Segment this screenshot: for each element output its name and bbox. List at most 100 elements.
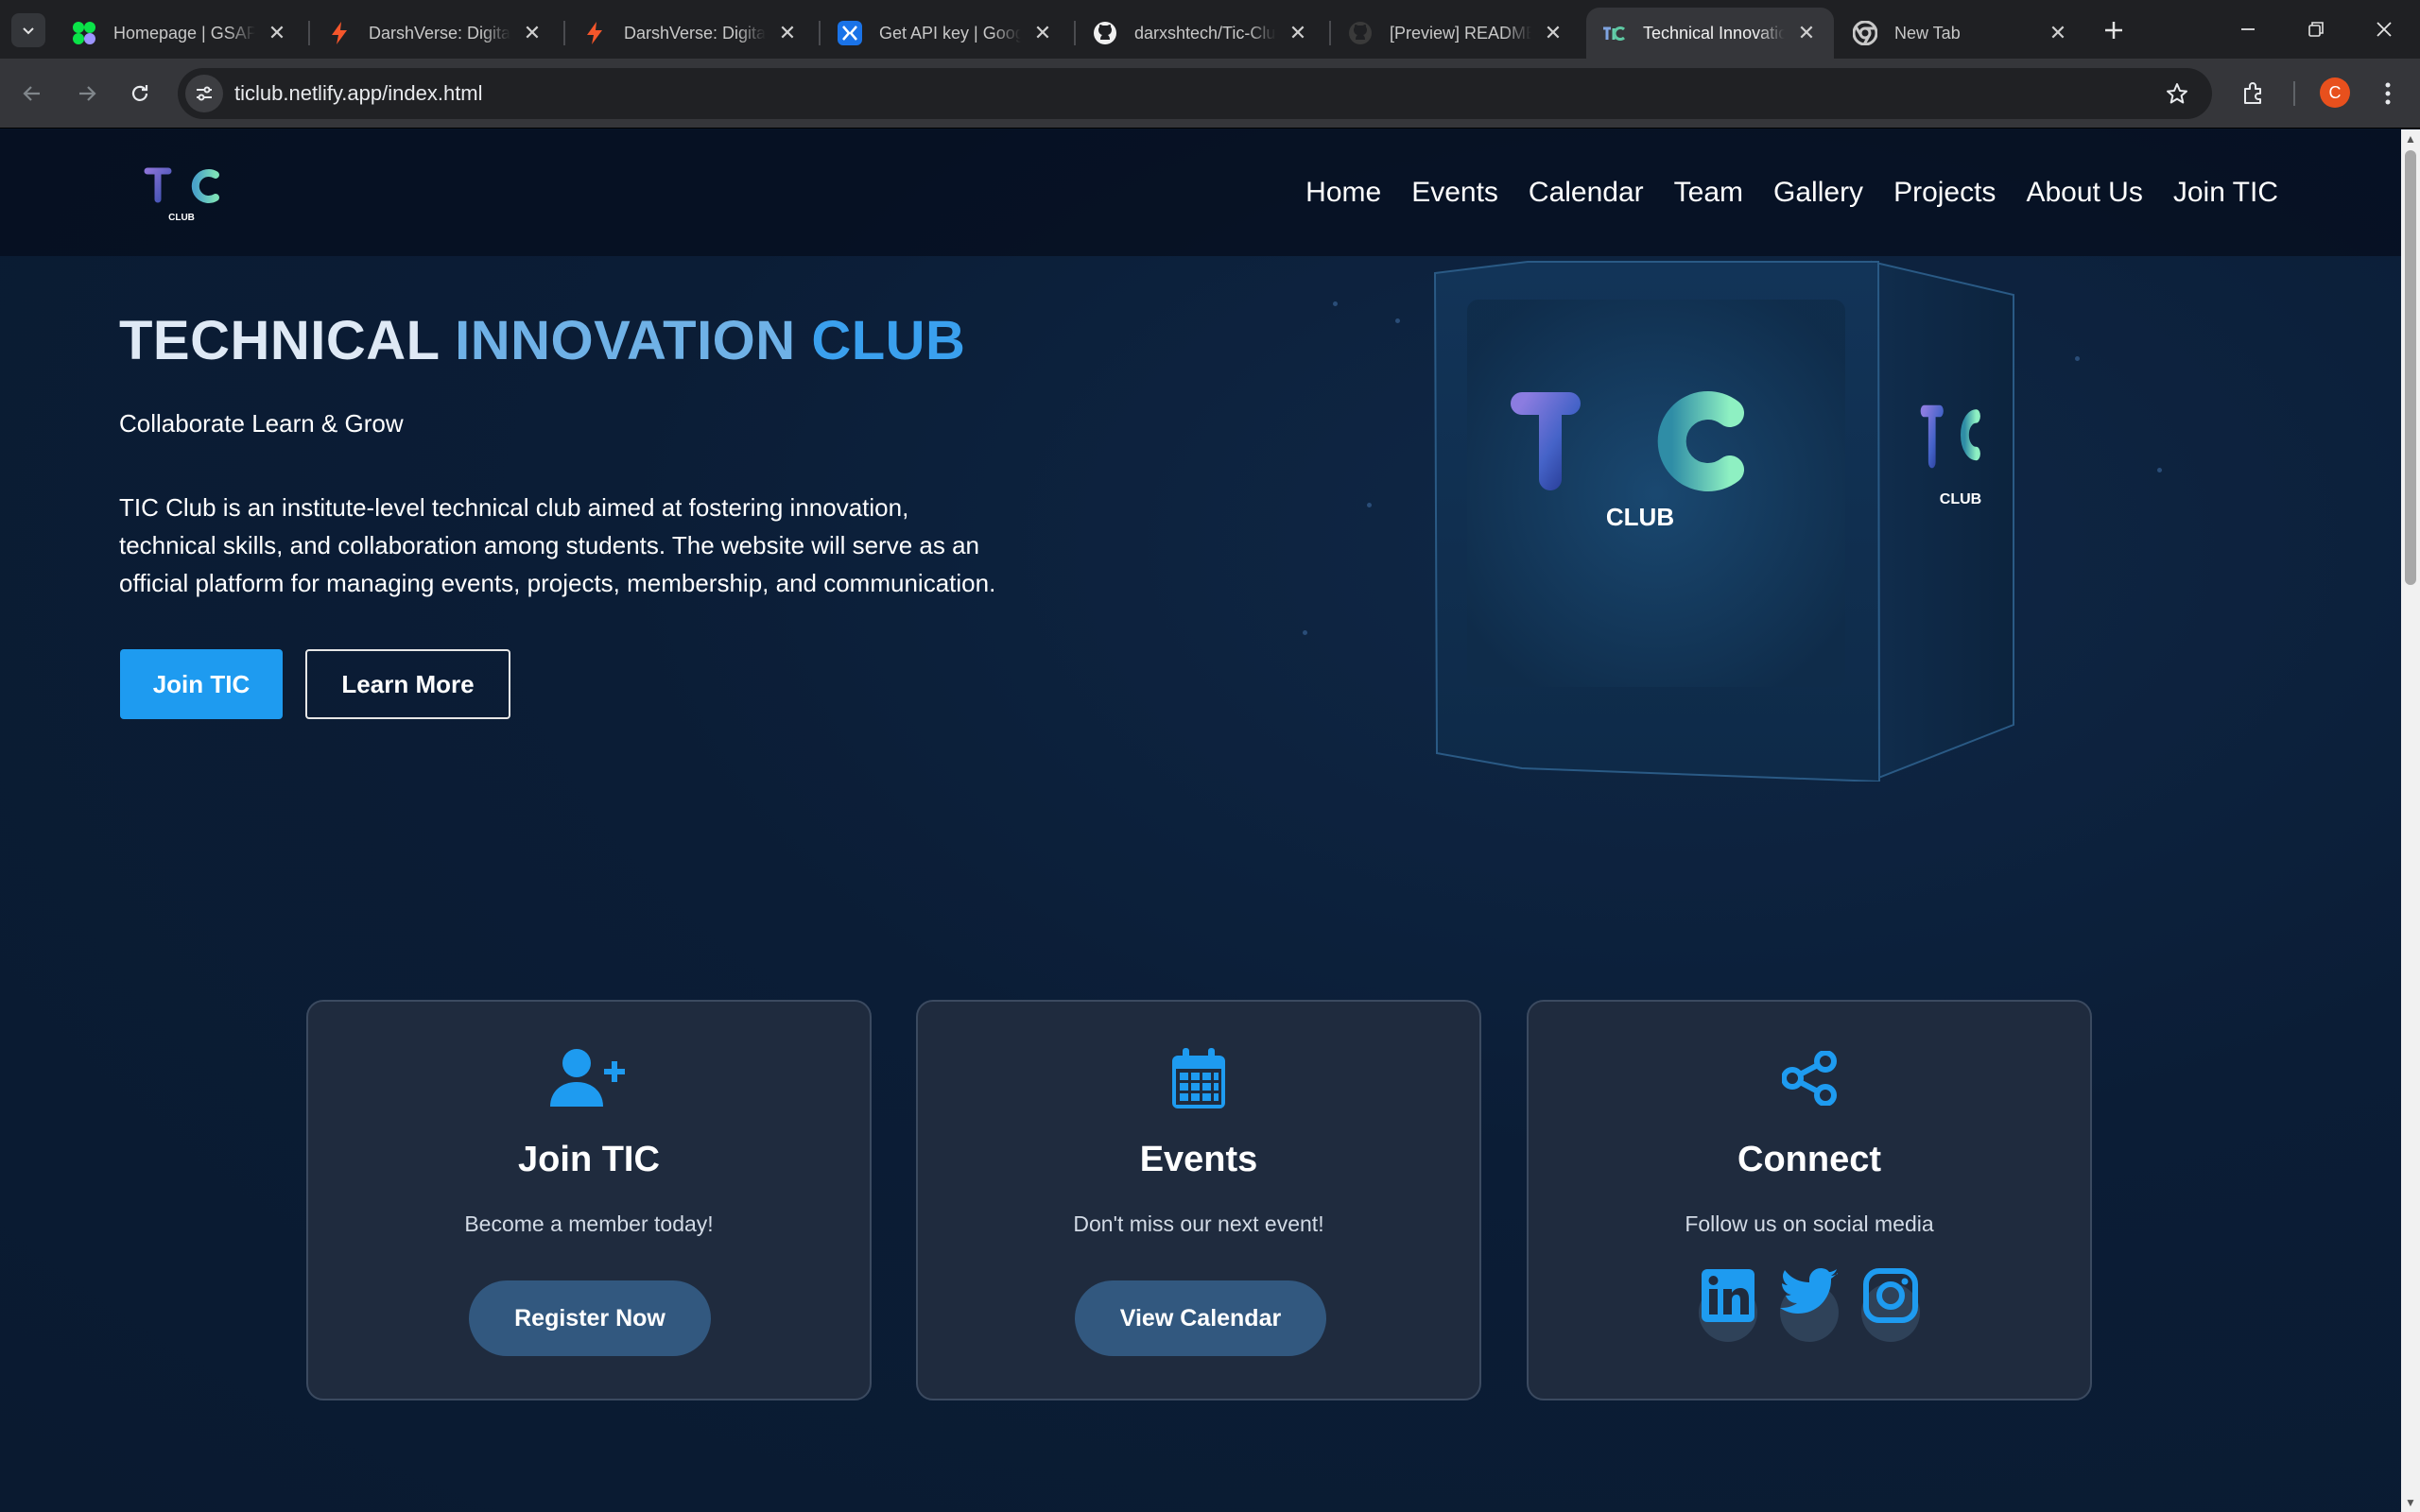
- view-calendar-button[interactable]: View Calendar: [1075, 1280, 1326, 1356]
- bg-particle: [1367, 503, 1372, 507]
- calendar-icon: [918, 1045, 1479, 1111]
- bg-particle: [2157, 468, 2162, 472]
- close-icon[interactable]: ✕: [520, 21, 544, 45]
- restore-icon: [2308, 22, 2324, 37]
- nav-about-us[interactable]: About Us: [2026, 177, 2142, 209]
- main-nav: Home Events Calendar Team Gallery Projec…: [1305, 129, 2278, 256]
- close-icon[interactable]: ✕: [1794, 21, 1819, 45]
- linkedin-link[interactable]: [1699, 1268, 1757, 1342]
- tab-title: [Preview] README.m: [1390, 23, 1531, 43]
- register-now-button[interactable]: Register Now: [469, 1280, 711, 1356]
- extensions-button[interactable]: [2235, 75, 2273, 112]
- profile-initial: C: [2328, 82, 2342, 102]
- hero-title: TECHNICAL INNOVATION CLUB: [119, 309, 965, 372]
- bg-particle: [1333, 301, 1338, 306]
- site-logo[interactable]: CLUB: [142, 163, 221, 226]
- star-icon: [2167, 83, 2187, 104]
- twitter-icon: [1780, 1268, 1838, 1314]
- nav-calendar[interactable]: Calendar: [1529, 177, 1644, 209]
- new-tab-button[interactable]: [2097, 13, 2131, 47]
- tab-title: Get API key | Google: [879, 23, 1021, 43]
- bolt-icon: [582, 21, 607, 45]
- instagram-link[interactable]: [1861, 1268, 1920, 1342]
- ai-studio-icon: [838, 21, 862, 45]
- plus-icon: [2105, 22, 2122, 39]
- tab-darshverse-1[interactable]: DarshVerse: Digital V ✕: [312, 8, 560, 59]
- join-tic-button[interactable]: Join TIC: [120, 649, 283, 719]
- arrow-left-icon: [23, 86, 40, 101]
- minimize-icon: [2241, 28, 2255, 30]
- site-info-button[interactable]: [185, 75, 223, 112]
- cube-side-label: CLUB: [1940, 491, 1981, 507]
- tab-google-api[interactable]: Get API key | Google ✕: [822, 8, 1070, 59]
- card-title: Connect: [1737, 1140, 1881, 1179]
- close-icon[interactable]: ✕: [1030, 21, 1055, 45]
- bolt-icon: [327, 21, 352, 45]
- close-icon[interactable]: ✕: [1541, 21, 1565, 45]
- hero-tagline: Collaborate Learn & Grow: [119, 409, 404, 438]
- card-title: Events: [1139, 1140, 1258, 1179]
- nav-events[interactable]: Events: [1411, 177, 1498, 209]
- card-join: Join TIC Become a member today! Register…: [306, 1000, 872, 1400]
- tab-title: Homepage | GSAP: [113, 23, 255, 43]
- user-plus-icon: [308, 1045, 870, 1111]
- twitter-link[interactable]: [1780, 1268, 1839, 1342]
- tune-icon: [197, 86, 212, 101]
- profile-avatar[interactable]: C: [2320, 77, 2350, 108]
- card-text: Follow us on social media: [1685, 1211, 1934, 1236]
- reload-button[interactable]: [121, 75, 159, 112]
- scroll-down-arrow-icon[interactable]: ▼: [2401, 1493, 2420, 1512]
- close-icon[interactable]: ✕: [775, 21, 800, 45]
- github-icon: [1348, 21, 1373, 45]
- scroll-up-arrow-icon[interactable]: ▲: [2401, 129, 2420, 148]
- tab-readme-preview[interactable]: [Preview] README.m ✕: [1333, 8, 1581, 59]
- nav-gallery[interactable]: Gallery: [1773, 177, 1863, 209]
- url-path: /index.html: [382, 81, 483, 105]
- tab-gsap[interactable]: Homepage | GSAP ✕: [57, 8, 304, 59]
- url-text[interactable]: ticlub.netlify.app/index.html: [234, 68, 483, 119]
- nav-team[interactable]: Team: [1674, 177, 1743, 209]
- chrome-icon: [1853, 21, 1877, 45]
- bg-particle: [1303, 630, 1307, 635]
- learn-more-button[interactable]: Learn More: [305, 649, 510, 719]
- tab-new-tab[interactable]: New Tab ✕: [1838, 8, 2085, 59]
- back-button[interactable]: [13, 75, 51, 112]
- url-host: ticlub.netlify.app: [234, 81, 383, 105]
- tab-divider: [308, 21, 310, 45]
- minimize-button[interactable]: [2214, 8, 2282, 51]
- card-text: Don't miss our next event!: [1073, 1211, 1324, 1236]
- restore-button[interactable]: [2282, 8, 2350, 51]
- cube-label: CLUB: [1606, 503, 1674, 531]
- logo-sub-text: CLUB: [168, 213, 195, 223]
- close-icon[interactable]: ✕: [1286, 21, 1310, 45]
- hero-title-part3: CLUB: [811, 310, 966, 371]
- page-scrollbar[interactable]: ▲ ▼: [2401, 129, 2420, 1512]
- close-icon[interactable]: ✕: [2046, 21, 2070, 45]
- forward-button[interactable]: [68, 75, 106, 112]
- linkedin-icon: [1702, 1269, 1754, 1322]
- tab-github-repo[interactable]: darxshtech/Tic-Club ✕: [1078, 8, 1325, 59]
- nav-home[interactable]: Home: [1305, 177, 1381, 209]
- tab-search-button[interactable]: [11, 13, 45, 47]
- menu-button[interactable]: [2369, 75, 2407, 112]
- instagram-icon: [1863, 1268, 1918, 1323]
- nav-join-tic[interactable]: Join TIC: [2173, 177, 2278, 209]
- tab-divider: [1329, 21, 1331, 45]
- card-title: Join TIC: [518, 1140, 660, 1179]
- address-bar[interactable]: ticlub.netlify.app/index.html: [178, 68, 2212, 119]
- close-window-button[interactable]: [2350, 8, 2418, 51]
- tab-divider: [819, 21, 821, 45]
- tic-icon: [1601, 21, 1626, 45]
- card-text: Become a member today!: [464, 1211, 714, 1236]
- scrollbar-thumb[interactable]: [2405, 150, 2416, 585]
- tab-technical-innovation[interactable]: Technical Innovation ✕: [1586, 8, 1834, 59]
- tab-darshverse-2[interactable]: DarshVerse: Digital V ✕: [567, 8, 815, 59]
- nav-projects[interactable]: Projects: [1893, 177, 1996, 209]
- close-icon[interactable]: ✕: [265, 21, 289, 45]
- bookmark-button[interactable]: [2161, 77, 2193, 110]
- hero-description: TIC Club is an institute-level technical…: [119, 493, 996, 597]
- chevron-down-icon: [23, 27, 34, 35]
- puzzle-icon: [2244, 82, 2261, 104]
- github-icon: [1093, 21, 1117, 45]
- toolbar-divider: [2293, 81, 2295, 106]
